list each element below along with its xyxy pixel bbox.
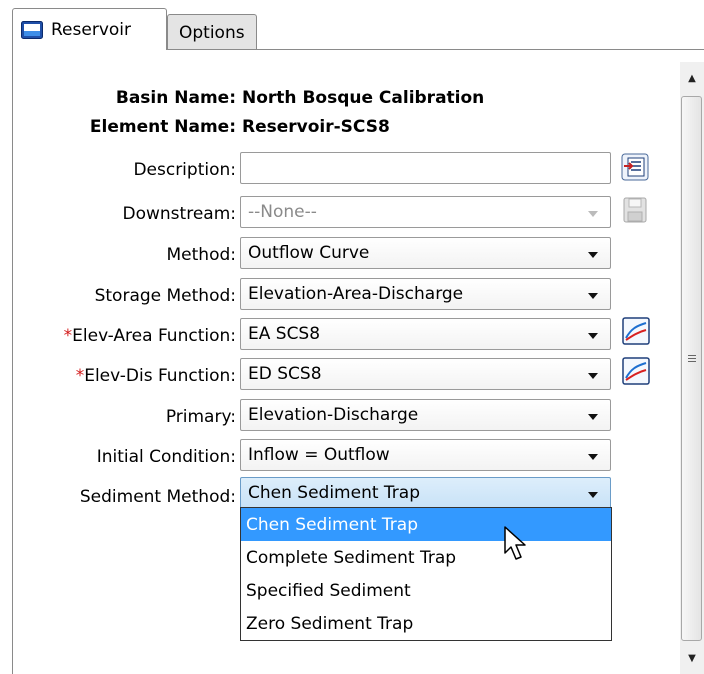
scroll-up-arrow-icon[interactable]: ▲ [680,66,704,90]
downstream-value: --None-- [248,202,317,222]
chart-graph-icon[interactable] [622,317,650,345]
primary-value: Elevation-Discharge [248,405,419,425]
storage-method-label: Storage Method: [94,286,236,306]
chevron-down-icon [588,454,598,460]
storage-method-select[interactable]: Elevation-Area-Discharge [240,278,611,310]
sediment-method-select[interactable]: Chen Sediment Trap [240,477,611,509]
tab-reservoir[interactable]: Reservoir [12,8,167,50]
basin-name-label: Basin Name: [115,88,236,108]
tab-options-label: Options [179,22,245,43]
save-disk-icon[interactable] [621,196,649,224]
mouse-pointer-icon [504,526,526,560]
chart-graph-icon[interactable] [622,357,650,385]
required-marker: * [63,326,73,346]
dropdown-option[interactable]: Zero Sediment Trap [241,607,611,640]
tab-reservoir-label: Reservoir [51,19,131,40]
description-editor-icon[interactable] [621,153,649,181]
elev-area-function-value: EA SCS8 [248,324,321,344]
chevron-down-icon [588,211,598,217]
chevron-down-icon [588,293,598,299]
method-value: Outflow Curve [248,243,370,263]
initial-condition-value: Inflow = Outflow [248,445,390,465]
tab-options[interactable]: Options [167,14,257,50]
initial-condition-label: Initial Condition: [96,447,236,467]
required-marker: * [75,366,85,386]
dropdown-option[interactable]: Complete Sediment Trap [241,541,611,574]
elev-dis-function-label: *Elev-Dis Function: [75,366,236,386]
method-label: Method: [166,245,237,265]
elev-area-function-select[interactable]: EA SCS8 [240,318,611,350]
method-select[interactable]: Outflow Curve [240,237,611,269]
description-input[interactable] [240,152,611,184]
dropdown-option[interactable]: Chen Sediment Trap [241,508,611,541]
basin-name-value: North Bosque Calibration [242,88,485,108]
elev-dis-function-value: ED SCS8 [248,364,322,384]
reservoir-icon [21,20,43,39]
scroll-down-arrow-icon[interactable]: ▼ [680,646,704,670]
chevron-down-icon [588,414,598,420]
scroll-thumb[interactable] [681,96,702,641]
dropdown-option[interactable]: Specified Sediment [241,574,611,607]
element-name-label: Element Name: [89,117,236,137]
description-label: Description: [133,160,236,180]
elev-area-function-label: *Elev-Area Function: [63,326,236,346]
elev-dis-function-select[interactable]: ED SCS8 [240,358,611,390]
initial-condition-select[interactable]: Inflow = Outflow [240,439,611,471]
chevron-down-icon [588,492,598,498]
storage-method-value: Elevation-Area-Discharge [248,284,464,304]
chevron-down-icon [588,252,598,258]
primary-select[interactable]: Elevation-Discharge [240,399,611,431]
downstream-select[interactable]: --None-- [240,196,611,228]
element-name-value: Reservoir-SCS8 [242,117,390,137]
grip-icon [688,355,696,364]
primary-label: Primary: [165,407,236,427]
chevron-down-icon [588,333,598,339]
vertical-scrollbar[interactable]: ▲ ▼ [680,62,704,674]
downstream-label: Downstream: [122,204,236,224]
chevron-down-icon [588,373,598,379]
sediment-method-label: Sediment Method: [79,487,236,507]
sediment-method-dropdown: Chen Sediment Trap Complete Sediment Tra… [240,507,612,641]
sediment-method-value: Chen Sediment Trap [248,483,420,503]
